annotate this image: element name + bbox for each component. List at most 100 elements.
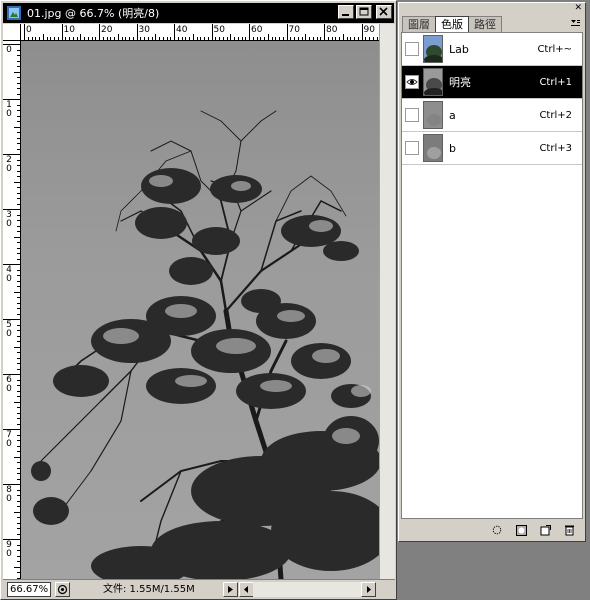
ruler-tick	[350, 37, 352, 40]
tab-paths[interactable]: 路徑	[468, 16, 502, 32]
ruler-tick	[147, 37, 149, 40]
save-selection-button[interactable]	[515, 524, 527, 536]
ruler-tick	[17, 385, 20, 386]
ruler-tick	[17, 550, 20, 551]
horizontal-scrollbar[interactable]	[253, 582, 361, 597]
panel-drag-bar[interactable]: ✕	[399, 3, 585, 15]
close-button[interactable]	[376, 5, 392, 19]
ruler-tick	[222, 37, 224, 40]
trash-icon	[564, 525, 574, 536]
channel-row-a[interactable]: a Ctrl+2	[402, 99, 582, 132]
ruler-tick	[17, 49, 20, 51]
channel-shortcut: Ctrl+1	[539, 76, 572, 88]
lab-thumbnail-icon	[424, 36, 442, 62]
visibility-toggle[interactable]	[405, 75, 419, 89]
ruler-tick	[207, 37, 209, 40]
ruler-label: 0	[26, 25, 32, 35]
new-channel-button[interactable]	[539, 524, 551, 536]
channel-shortcut: Ctrl+~	[537, 43, 572, 55]
b-thumbnail-icon	[424, 135, 442, 161]
eye-icon	[406, 79, 418, 85]
scroll-left-button[interactable]	[239, 582, 254, 597]
tab-layers[interactable]: 圖層	[402, 16, 436, 32]
ruler-tick	[39, 37, 40, 40]
ruler-tick	[17, 341, 20, 342]
ruler-label: 60	[251, 25, 263, 35]
channel-row-b[interactable]: b Ctrl+3	[402, 132, 582, 165]
ruler-tick	[17, 110, 20, 111]
vertical-ruler[interactable]: 0 1 0 2 0 3 0 4 0 5 0 6 0 7 0 8 0 9 0	[3, 41, 21, 579]
ruler-tick	[42, 34, 44, 40]
ruler-tick	[17, 418, 20, 419]
visibility-toggle[interactable]	[405, 108, 419, 122]
ruler-tick	[17, 489, 20, 491]
delete-channel-button[interactable]	[563, 524, 575, 536]
ruler-tick	[17, 258, 20, 260]
ruler-label: 10	[63, 25, 75, 35]
ruler-tick	[17, 500, 20, 502]
tab-channels[interactable]: 色版	[435, 16, 469, 32]
ruler-tick	[200, 37, 202, 40]
ruler-tick	[17, 143, 20, 144]
panel-close-icon[interactable]: ✕	[574, 3, 582, 14]
ruler-label: 2 0	[6, 155, 12, 174]
horizontal-ruler[interactable]: 0 10 20 30 40 50 60 70 80 90	[21, 24, 379, 41]
panel-tabs: 圖層 色版 路徑	[402, 16, 502, 32]
restore-button[interactable]	[356, 5, 372, 19]
navigator-button[interactable]	[55, 582, 70, 597]
ruler-tick	[31, 37, 33, 40]
scroll-right-button[interactable]	[361, 582, 376, 597]
ruler-tick	[316, 37, 318, 40]
ruler-tick	[17, 275, 20, 276]
status-menu-arrow[interactable]	[223, 582, 238, 597]
ruler-tick	[286, 24, 288, 40]
ruler-tick	[204, 37, 205, 40]
ruler-tick	[61, 24, 63, 40]
ruler-tick	[102, 37, 104, 40]
ruler-tick	[252, 37, 254, 40]
visibility-toggle[interactable]	[405, 42, 419, 56]
minimize-button[interactable]	[338, 5, 354, 19]
ruler-tick	[339, 37, 340, 40]
ruler-tick	[260, 37, 262, 40]
close-icon	[379, 7, 388, 16]
channel-row-lab[interactable]: Lab Ctrl+~	[402, 33, 582, 66]
panel-menu-icon[interactable]	[570, 19, 581, 28]
ruler-tick	[17, 148, 20, 150]
ruler-tick	[87, 37, 89, 40]
ruler-origin[interactable]	[3, 24, 21, 41]
ruler-tick	[91, 37, 93, 40]
ruler-tick	[181, 37, 183, 40]
ruler-tick	[17, 522, 20, 524]
ruler-tick	[17, 269, 20, 271]
ruler-label: 8 0	[6, 485, 12, 504]
ruler-tick	[17, 544, 20, 546]
ruler-tick	[69, 37, 70, 40]
ruler-tick	[170, 37, 172, 40]
load-selection-button[interactable]	[491, 524, 503, 536]
visibility-toggle[interactable]	[405, 141, 419, 155]
ruler-tick	[245, 37, 247, 40]
image-canvas[interactable]	[21, 41, 379, 579]
ruler-tick	[372, 37, 374, 40]
ruler-tick	[17, 352, 20, 353]
ruler-tick	[17, 478, 20, 480]
ruler-tick	[174, 24, 175, 40]
ruler-tick	[17, 330, 20, 331]
a-thumbnail-icon	[424, 102, 442, 128]
ruler-tick	[17, 363, 20, 364]
ruler-tick	[17, 286, 20, 287]
lightness-thumbnail-icon	[424, 69, 442, 95]
channel-name: a	[449, 108, 456, 122]
zoom-field[interactable]: 66.67%	[7, 582, 51, 597]
ruler-tick	[17, 220, 20, 221]
channel-row-lightness[interactable]: 明亮 Ctrl+1	[402, 66, 582, 99]
save-selection-as-channel-icon	[515, 524, 527, 536]
ruler-tick	[342, 34, 344, 40]
document-title-bar[interactable]: 01.jpg @ 66.7% (明亮/8)	[3, 3, 394, 23]
ruler-tick	[215, 37, 217, 40]
vertical-scrollbar[interactable]	[379, 24, 395, 579]
ruler-tick	[312, 37, 314, 40]
ruler-label: 90	[363, 25, 375, 35]
ruler-tick	[14, 401, 20, 403]
